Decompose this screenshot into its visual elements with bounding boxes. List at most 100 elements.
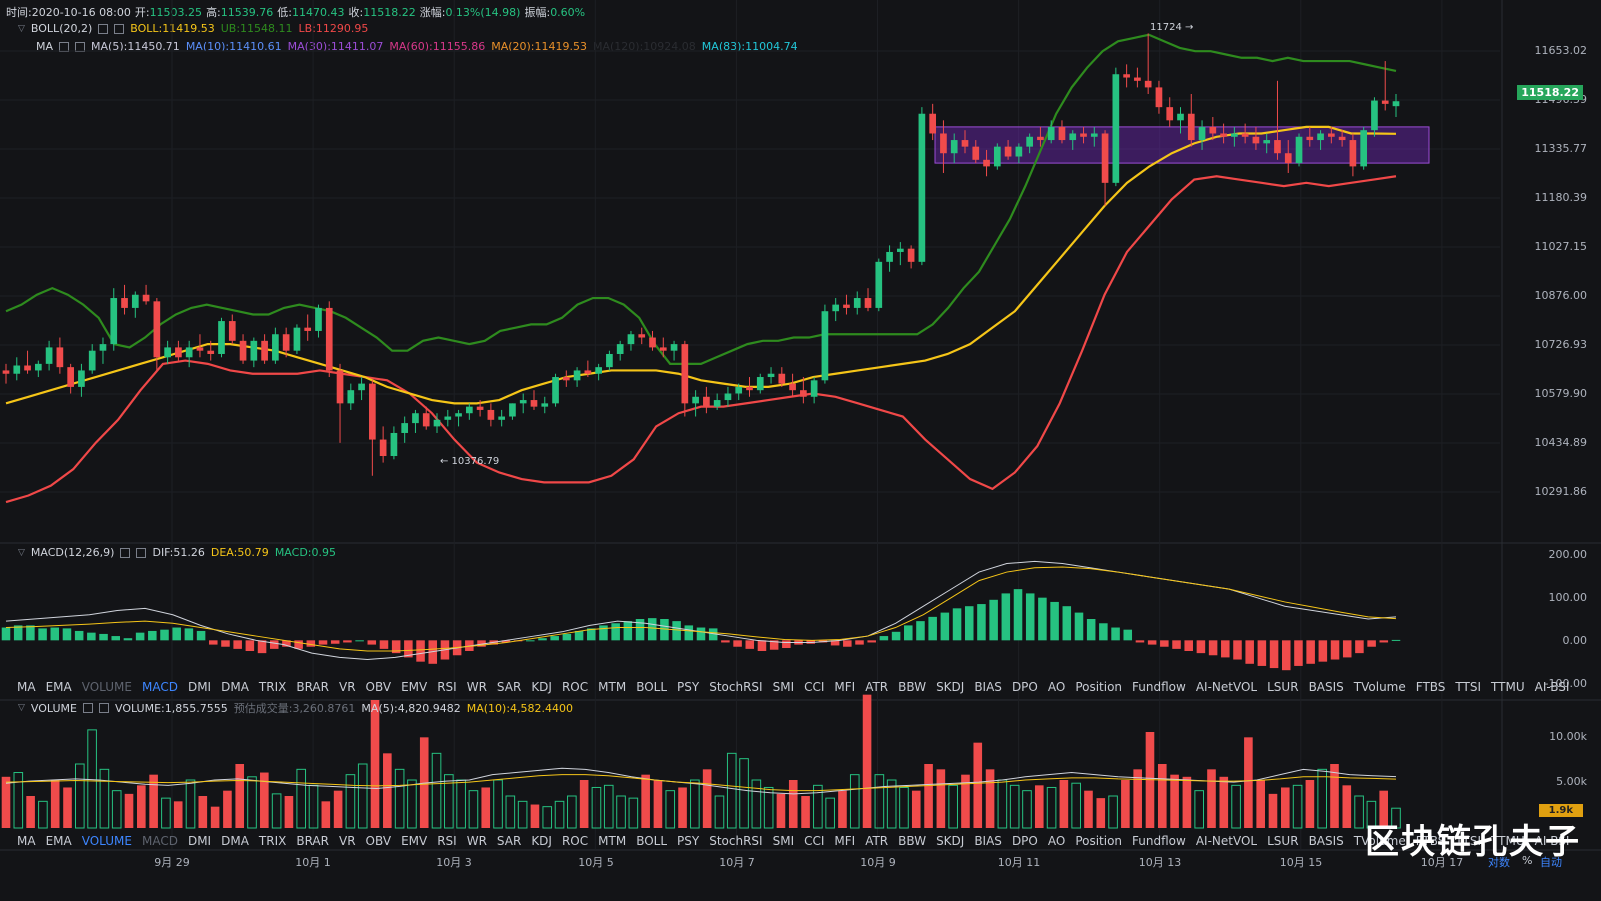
indicator-tab-ema[interactable]: EMA: [41, 834, 77, 848]
indicator-tab-dmi[interactable]: DMI: [183, 834, 216, 848]
indicator-tab-ma[interactable]: MA: [12, 680, 41, 694]
indicator-tab-wr[interactable]: WR: [462, 834, 492, 848]
indicator-tab-position[interactable]: Position: [1070, 680, 1127, 694]
indicator-tab-ai-netvol[interactable]: AI-NetVOL: [1191, 834, 1262, 848]
indicator-tab-trix[interactable]: TRIX: [254, 834, 291, 848]
indicator-tab-basis[interactable]: BASIS: [1304, 680, 1349, 694]
indicator-tab-ao[interactable]: AO: [1043, 834, 1070, 848]
candle-body: [584, 370, 592, 374]
indicator-tab-mtm[interactable]: MTM: [593, 680, 631, 694]
indicator-tab-atr[interactable]: ATR: [860, 680, 893, 694]
indicator-tab-kdj[interactable]: KDJ: [526, 680, 557, 694]
indicator-tab-trix[interactable]: TRIX: [254, 680, 291, 694]
indicator-tab-sar[interactable]: SAR: [492, 834, 526, 848]
indicator-tab-fundflow[interactable]: Fundflow: [1127, 680, 1191, 694]
indicator-tab-smi[interactable]: SMI: [768, 834, 800, 848]
indicator-tab-boll[interactable]: BOLL: [631, 680, 672, 694]
indicator-tab-tvolume[interactable]: TVolume: [1349, 680, 1411, 694]
indicator-tab-dma[interactable]: DMA: [216, 680, 254, 694]
candle-body: [713, 400, 721, 407]
indicator-tab-obv[interactable]: OBV: [361, 834, 397, 848]
indicator-tab-dmi[interactable]: DMI: [183, 680, 216, 694]
indicator-tab-ttmu[interactable]: TTMU: [1486, 680, 1530, 694]
indicator-tab-ttsi[interactable]: TTSI: [1450, 680, 1486, 694]
collapse-caret-icon[interactable]: ▽: [18, 548, 25, 558]
indicator-tab-bias[interactable]: BIAS: [969, 834, 1007, 848]
indicator-tab-ao[interactable]: AO: [1043, 680, 1070, 694]
indicator-tab-dpo[interactable]: DPO: [1007, 680, 1043, 694]
volume-bar: [137, 785, 146, 828]
indicator-tab-smi[interactable]: SMI: [768, 680, 800, 694]
indicator-tab-psy[interactable]: PSY: [672, 834, 704, 848]
indicator-tab-atr[interactable]: ATR: [860, 834, 893, 848]
volume-bar: [936, 769, 946, 828]
indicator-tab-emv[interactable]: EMV: [396, 680, 432, 694]
indicator-tab-ai-bsi[interactable]: AI-BSI: [1530, 680, 1575, 694]
chart-canvas[interactable]: [0, 0, 1601, 901]
candle-body: [907, 248, 915, 262]
indicator-tab-position[interactable]: Position: [1070, 834, 1127, 848]
indicator-tab-obv[interactable]: OBV: [361, 680, 397, 694]
macd-histogram-bar: [1074, 612, 1084, 641]
indicator-tab-rsi[interactable]: RSI: [432, 834, 462, 848]
indicator-tab-skdj[interactable]: SKDJ: [931, 680, 969, 694]
indicator-tab-ai-netvol[interactable]: AI-NetVOL: [1191, 680, 1262, 694]
candle-body: [325, 307, 333, 371]
macd-histogram-bar: [867, 640, 876, 643]
indicator-tab-bias[interactable]: BIAS: [969, 680, 1007, 694]
indicator-tab-volume[interactable]: VOLUME: [77, 834, 137, 848]
indicator-tab-cci[interactable]: CCI: [799, 834, 829, 848]
indicator-tab-rsi[interactable]: RSI: [432, 680, 462, 694]
indicator-tab-vr[interactable]: VR: [334, 834, 361, 848]
macd-dea: DEA:50.79: [210, 546, 269, 559]
settings-gear-icon[interactable]: [120, 547, 131, 558]
indicator-tab-bbw[interactable]: BBW: [893, 834, 931, 848]
close-icon[interactable]: [98, 703, 109, 713]
indicator-tab-bbw[interactable]: BBW: [893, 680, 931, 694]
indicator-tab-mfi[interactable]: MFI: [829, 680, 860, 694]
indicator-tab-brar[interactable]: BRAR: [291, 834, 334, 848]
indicator-tab-dpo[interactable]: DPO: [1007, 834, 1043, 848]
indicator-tab-kdj[interactable]: KDJ: [526, 834, 557, 848]
indicator-tab-skdj[interactable]: SKDJ: [931, 834, 969, 848]
indicator-tab-psy[interactable]: PSY: [672, 680, 704, 694]
macd-histogram-bar: [1233, 640, 1242, 660]
settings-gear-icon[interactable]: [82, 703, 93, 713]
indicator-tab-volume[interactable]: VOLUME: [77, 680, 137, 694]
candle-body: [465, 406, 473, 414]
indicator-tab-boll[interactable]: BOLL: [631, 834, 672, 848]
indicator-tab-vr[interactable]: VR: [334, 680, 361, 694]
macd-histogram-bar: [1367, 640, 1376, 647]
close-icon[interactable]: [136, 547, 147, 558]
macd-histogram-bar: [1355, 640, 1364, 654]
candle-body: [261, 340, 268, 361]
indicator-tab-macd[interactable]: MACD: [137, 834, 183, 848]
candle-body: [735, 386, 743, 394]
collapse-caret-icon[interactable]: ▽: [18, 703, 25, 713]
indicator-tab-mtm[interactable]: MTM: [593, 834, 631, 848]
indicator-tab-emv[interactable]: EMV: [396, 834, 432, 848]
indicator-tab-stochrsi[interactable]: StochRSI: [704, 680, 767, 694]
indicator-tab-roc[interactable]: ROC: [557, 834, 593, 848]
indicator-tab-brar[interactable]: BRAR: [291, 680, 334, 694]
indicator-tab-mfi[interactable]: MFI: [829, 834, 860, 848]
indicator-tab-fundflow[interactable]: Fundflow: [1127, 834, 1191, 848]
indicator-tab-macd[interactable]: MACD: [137, 680, 183, 694]
indicator-tab-cci[interactable]: CCI: [799, 680, 829, 694]
indicator-tab-ftbs[interactable]: FTBS: [1411, 680, 1451, 694]
volume-bar: [1009, 784, 1020, 829]
volume-bar: [739, 758, 749, 829]
indicator-tab-sar[interactable]: SAR: [492, 680, 526, 694]
indicator-tab-ma[interactable]: MA: [12, 834, 41, 848]
candle-body: [1047, 126, 1055, 141]
indicator-tab-dma[interactable]: DMA: [216, 834, 254, 848]
candle-body: [1166, 107, 1174, 121]
indicator-tab-wr[interactable]: WR: [462, 680, 492, 694]
volume-bar: [370, 700, 380, 828]
indicator-tab-stochrsi[interactable]: StochRSI: [704, 834, 767, 848]
indicator-tab-roc[interactable]: ROC: [557, 680, 593, 694]
indicator-tab-basis[interactable]: BASIS: [1304, 834, 1349, 848]
indicator-tab-lsur[interactable]: LSUR: [1262, 834, 1303, 848]
indicator-tab-lsur[interactable]: LSUR: [1262, 680, 1303, 694]
indicator-tab-ema[interactable]: EMA: [41, 680, 77, 694]
